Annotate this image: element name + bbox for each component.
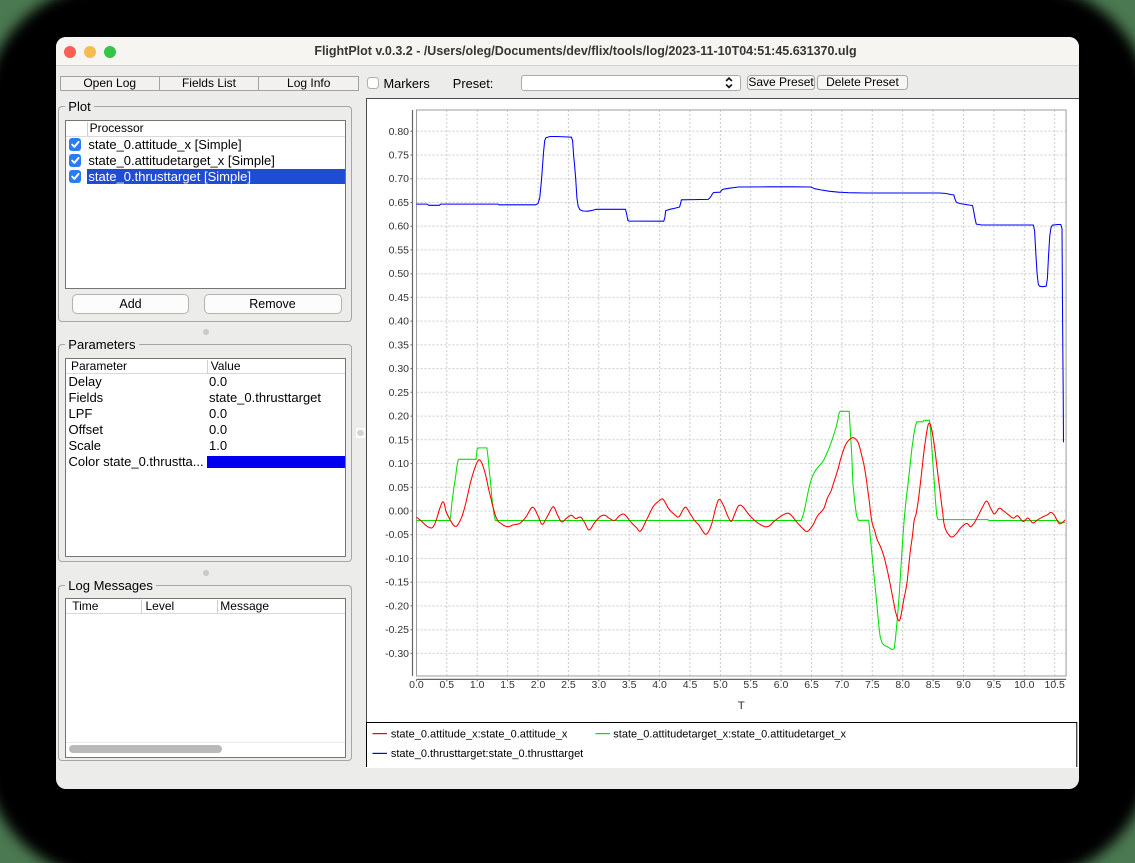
- svg-text:4.5: 4.5: [682, 680, 697, 691]
- svg-text:0.65: 0.65: [388, 198, 409, 209]
- svg-text:0.10: 0.10: [388, 459, 409, 470]
- svg-text:6.0: 6.0: [773, 680, 788, 691]
- svg-text:8.5: 8.5: [925, 680, 940, 691]
- svg-text:-0.20: -0.20: [385, 601, 409, 612]
- svg-text:-0.05: -0.05: [385, 530, 409, 541]
- svg-text:0.25: 0.25: [388, 388, 409, 399]
- svg-text:0.50: 0.50: [388, 269, 409, 280]
- svg-text:1.0: 1.0: [470, 680, 485, 691]
- svg-text:0.20: 0.20: [388, 412, 409, 423]
- svg-text:9.5: 9.5: [986, 680, 1001, 691]
- svg-text:8.0: 8.0: [895, 680, 910, 691]
- svg-text:7.5: 7.5: [865, 680, 880, 691]
- svg-text:0.60: 0.60: [388, 222, 409, 233]
- svg-text:0.0: 0.0: [409, 680, 424, 691]
- svg-text:10.5: 10.5: [1044, 680, 1065, 691]
- svg-text:1.5: 1.5: [500, 680, 515, 691]
- svg-text:0.55: 0.55: [388, 245, 409, 256]
- svg-text:-0.25: -0.25: [385, 625, 409, 636]
- svg-text:0.30: 0.30: [388, 364, 409, 375]
- svg-text:state_0.attitude_x:state_0.att: state_0.attitude_x:state_0.attitude_x: [391, 728, 568, 740]
- svg-text:0.70: 0.70: [388, 174, 409, 185]
- svg-text:0.40: 0.40: [388, 317, 409, 328]
- svg-text:0.05: 0.05: [388, 483, 409, 494]
- svg-text:0.35: 0.35: [388, 340, 409, 351]
- svg-text:0.80: 0.80: [388, 127, 409, 138]
- svg-text:state_0.attitudetarget_x:state: state_0.attitudetarget_x:state_0.attitud…: [613, 728, 846, 740]
- svg-text:4.0: 4.0: [652, 680, 667, 691]
- svg-text:state_0.thrusttarget:state_0.t: state_0.thrusttarget:state_0.thrusttarge…: [391, 748, 583, 760]
- svg-text:T: T: [737, 700, 744, 712]
- svg-text:2.0: 2.0: [530, 680, 545, 691]
- svg-text:6.5: 6.5: [804, 680, 819, 691]
- svg-text:5.5: 5.5: [743, 680, 758, 691]
- svg-text:9.0: 9.0: [956, 680, 971, 691]
- svg-text:-0.15: -0.15: [385, 578, 409, 589]
- svg-text:10.0: 10.0: [1014, 680, 1035, 691]
- svg-text:-0.10: -0.10: [385, 554, 409, 565]
- svg-text:3.5: 3.5: [622, 680, 637, 691]
- svg-text:0.00: 0.00: [388, 506, 409, 517]
- svg-text:5.0: 5.0: [713, 680, 728, 691]
- svg-text:7.0: 7.0: [834, 680, 849, 691]
- svg-text:2.5: 2.5: [561, 680, 576, 691]
- svg-text:0.15: 0.15: [388, 435, 409, 446]
- svg-text:0.45: 0.45: [388, 293, 409, 304]
- svg-text:0.75: 0.75: [388, 151, 409, 162]
- svg-text:3.0: 3.0: [591, 680, 606, 691]
- svg-text:-0.30: -0.30: [385, 649, 409, 660]
- svg-text:0.5: 0.5: [439, 680, 454, 691]
